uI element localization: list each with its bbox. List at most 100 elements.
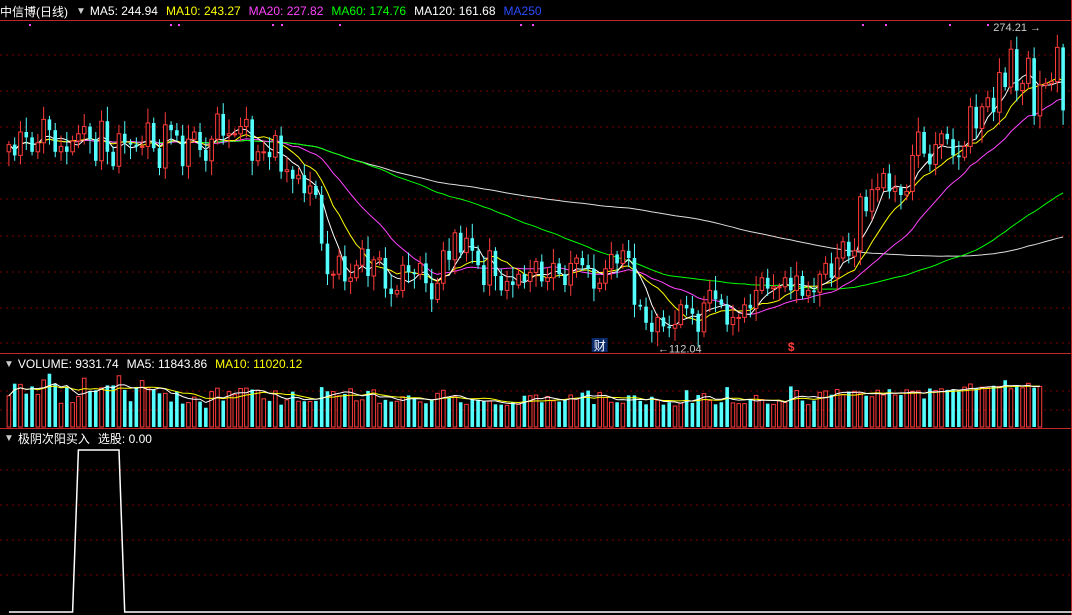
volume-bar-up xyxy=(354,400,359,428)
candle-body-down xyxy=(522,274,527,282)
candle-body-down xyxy=(945,133,950,140)
header-marker xyxy=(885,24,887,26)
volume-bar-up xyxy=(910,390,915,428)
header-marker xyxy=(29,24,31,26)
candle-body-down xyxy=(928,153,932,165)
volume-bar-down xyxy=(974,388,979,427)
volume-bar-up xyxy=(209,391,214,428)
candle-body-down xyxy=(1032,58,1036,116)
candle-body-up xyxy=(261,151,267,154)
candle-body-down xyxy=(493,250,498,276)
candle-body-up xyxy=(915,131,921,156)
candle-body-down xyxy=(93,139,98,161)
volume-bar-up xyxy=(736,403,742,428)
candle-body-down xyxy=(366,249,370,276)
volume-bar-up xyxy=(348,388,353,428)
candle-body-down xyxy=(424,263,428,284)
volume-bar-up xyxy=(487,400,492,428)
candle-body-up xyxy=(244,118,249,128)
volume-bar-down xyxy=(53,383,58,427)
volume-bar-up xyxy=(776,400,782,428)
candle-body-up xyxy=(191,131,197,140)
candle-body-up xyxy=(417,262,423,275)
candle-body-down xyxy=(151,123,156,149)
candle-body-up xyxy=(359,248,365,266)
candle-body-down xyxy=(111,151,115,167)
candle-body-up xyxy=(707,289,713,304)
candle-body-down xyxy=(134,144,139,147)
candle-body-down xyxy=(638,304,643,307)
candle-body-up xyxy=(875,187,881,191)
candle-body-down xyxy=(899,187,903,195)
candle-body-down xyxy=(47,119,52,131)
header-marker xyxy=(272,24,274,26)
candle-body-up xyxy=(464,237,469,254)
volume-bar-up xyxy=(238,388,243,428)
volume-bar-down xyxy=(290,391,295,427)
candle-body-up xyxy=(527,271,533,282)
candle-body-down xyxy=(974,106,979,129)
volume-bar-down xyxy=(719,402,724,427)
candle-body-down xyxy=(128,142,133,145)
volume-bar-down xyxy=(928,388,932,427)
volume-bar-up xyxy=(678,402,684,428)
volume-bar-up xyxy=(985,387,991,428)
header-marker xyxy=(862,24,864,26)
volume-bar-down xyxy=(667,402,672,427)
volume-bar-up xyxy=(99,387,104,428)
volume-bar-up xyxy=(852,390,857,428)
volume-bar-down xyxy=(406,395,411,427)
header-marker xyxy=(178,24,180,26)
candle-body-up xyxy=(655,316,660,333)
candle-body-up xyxy=(776,286,782,289)
volume-bar-down xyxy=(539,402,544,427)
volume-bar-down xyxy=(105,385,110,427)
volume-bar-up xyxy=(452,396,458,428)
candle-body-down xyxy=(586,265,590,269)
volume-bar-down xyxy=(198,401,202,427)
volume-bar-down xyxy=(24,393,29,427)
candle-body-up xyxy=(504,280,510,291)
high-price-label: 274.21 → xyxy=(993,22,1041,34)
volume-bar-down xyxy=(690,402,695,427)
volume-bar-down xyxy=(169,401,173,427)
candle-body-up xyxy=(736,316,742,319)
candle-body-down xyxy=(650,322,654,332)
volume-bar-up xyxy=(441,389,446,428)
candle-body-up xyxy=(296,174,301,180)
candle-body-down xyxy=(765,277,770,289)
volume-bar-up xyxy=(915,390,921,428)
volume-bar-down xyxy=(615,402,619,427)
candle-body-down xyxy=(169,124,173,131)
volume-bar-up xyxy=(771,403,776,428)
stock-chart-canvas[interactable]: 274.21 → ←112.04 财 $ xyxy=(0,0,1072,615)
volume-bar-down xyxy=(424,403,428,427)
candle-body-up xyxy=(603,268,608,284)
volume-bar-down xyxy=(812,400,816,427)
candle-body-up xyxy=(400,264,406,291)
volume-bar-up xyxy=(962,386,967,428)
candle-body-up xyxy=(840,241,846,259)
volume-bar-up xyxy=(939,388,944,428)
volume-bar-down xyxy=(829,394,834,427)
candle-body-down xyxy=(1014,49,1019,91)
volume-bar-up xyxy=(226,391,232,428)
candle-body-down xyxy=(615,254,619,264)
candle-body-down xyxy=(511,281,515,285)
volume-bar-up xyxy=(371,389,377,428)
volume-bar-up xyxy=(81,377,87,428)
volume-bar-down xyxy=(557,401,561,427)
volume-bar-down xyxy=(111,385,115,427)
candle-body-down xyxy=(325,243,330,275)
candle-body-down xyxy=(951,139,955,156)
candle-body-up xyxy=(568,262,574,286)
volume-bar-up xyxy=(753,394,759,428)
volume-bar-down xyxy=(945,389,950,427)
volume-bar-down xyxy=(319,387,324,427)
candle-body-up xyxy=(968,106,973,147)
candle-body-up xyxy=(81,126,87,135)
volume-bar-down xyxy=(899,395,903,427)
candle-body-down xyxy=(690,308,695,314)
candle-body-up xyxy=(452,232,458,261)
volume-bar-up xyxy=(858,393,863,428)
